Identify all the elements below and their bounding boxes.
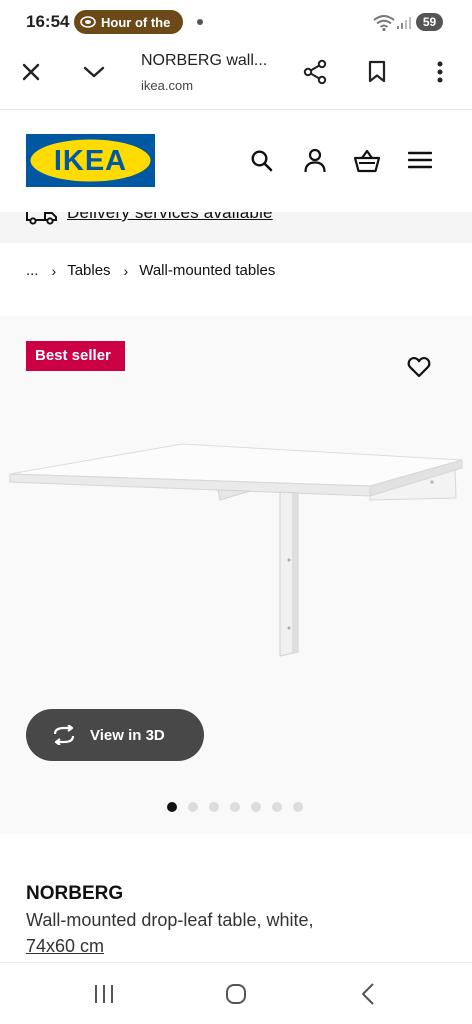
pagination-dot[interactable]: [188, 802, 198, 812]
notification-dot: [197, 19, 203, 25]
product-name: NORBERG: [26, 883, 124, 904]
delivery-link[interactable]: Delivery services available: [67, 212, 273, 223]
tab-url[interactable]: ikea.com: [141, 78, 193, 93]
more-vert-icon[interactable]: [436, 60, 444, 84]
share-icon[interactable]: [302, 59, 328, 85]
pagination-dot[interactable]: [230, 802, 240, 812]
chevron-down-icon[interactable]: [82, 64, 106, 80]
pagination-dot[interactable]: [209, 802, 219, 812]
pagination-dot[interactable]: [272, 802, 282, 812]
product-image[interactable]: [0, 430, 472, 670]
heart-icon[interactable]: [407, 356, 431, 378]
home-icon[interactable]: [225, 983, 247, 1005]
signal-icon: [397, 17, 411, 29]
breadcrumb-item-tables[interactable]: Tables: [67, 262, 110, 279]
status-time: 16:54: [26, 12, 70, 31]
back-icon[interactable]: [360, 982, 376, 1006]
broadcast-icon: [80, 16, 96, 28]
best-seller-badge: Best seller: [26, 341, 125, 371]
battery-indicator: 59: [416, 13, 443, 31]
breadcrumb-chevron-icon: ›: [123, 262, 129, 279]
pagination-dot[interactable]: [167, 802, 177, 812]
pagination-dot[interactable]: [251, 802, 261, 812]
notification-pill[interactable]: Hour of the: [74, 10, 183, 34]
delivery-banner[interactable]: Delivery services available: [0, 212, 472, 243]
close-icon[interactable]: [21, 62, 41, 82]
breadcrumb-chevron-icon: ›: [51, 262, 57, 279]
breadcrumb-ellipsis[interactable]: ...: [26, 262, 39, 279]
profile-icon[interactable]: [303, 148, 327, 174]
rotate-3d-icon: [53, 725, 75, 745]
product-description: Wall-mounted drop-leaf table, white,: [26, 910, 314, 930]
bookmark-icon[interactable]: [367, 60, 387, 84]
ikea-logo[interactable]: IKEA: [26, 134, 155, 187]
pagination-dot[interactable]: [293, 802, 303, 812]
menu-icon[interactable]: [408, 150, 432, 170]
breadcrumb-item-wall-mounted-tables[interactable]: Wall-mounted tables: [139, 262, 275, 279]
notification-pill-text: Hour of the: [101, 14, 171, 30]
truck-icon: [26, 212, 57, 225]
tab-title[interactable]: NORBERG wall...: [141, 52, 267, 70]
ikea-logo-mark: IKEA: [26, 134, 155, 187]
breadcrumb: ... › Tables › Wall-mounted tables: [26, 262, 275, 279]
basket-icon[interactable]: [353, 148, 381, 174]
ikea-logo-text: IKEA: [54, 145, 127, 177]
recent-apps-icon[interactable]: [92, 984, 116, 1004]
image-pagination: [167, 802, 303, 812]
view-in-3d-label: View in 3D: [90, 726, 165, 744]
view-in-3d-button[interactable]: View in 3D: [26, 709, 204, 761]
product-size-link[interactable]: 74x60 cm: [26, 936, 104, 957]
search-icon[interactable]: [250, 149, 274, 173]
wifi-icon: [373, 15, 395, 31]
